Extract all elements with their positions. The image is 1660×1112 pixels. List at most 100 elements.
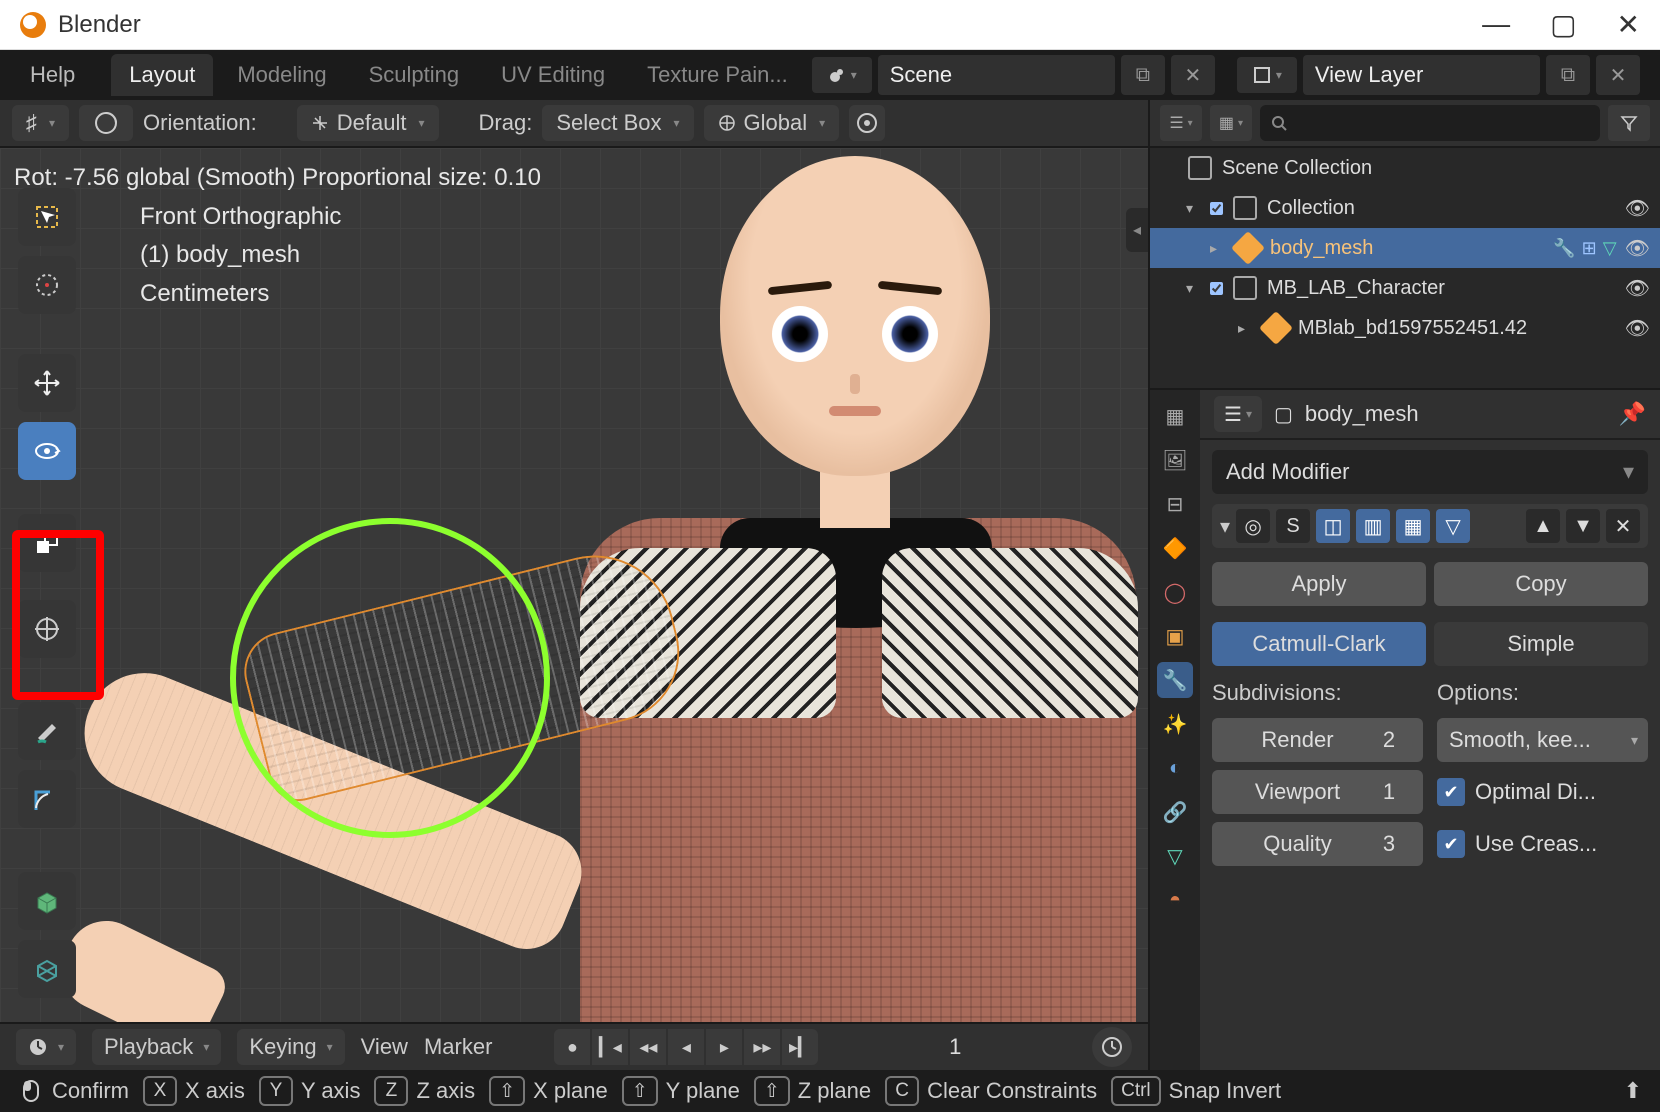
timeline-clock-icon[interactable] — [1092, 1027, 1132, 1067]
playback-menu[interactable]: Playback▾ — [92, 1029, 221, 1065]
outliner-filter-icon[interactable]: ▦▾ — [1210, 105, 1252, 141]
props-context-icon[interactable]: ☰▾ — [1214, 396, 1262, 432]
jump-end-button[interactable]: ▸▎ — [782, 1029, 818, 1065]
visibility-eye-icon[interactable]: 👁 — [1625, 276, 1650, 301]
modifier-name-field[interactable]: S — [1276, 509, 1310, 543]
collection-enable-checkbox[interactable] — [1210, 282, 1223, 295]
scene-name-field[interactable]: Scene — [878, 55, 1115, 95]
props-tab-particles[interactable]: ✨ — [1157, 706, 1193, 742]
outliner-collection[interactable]: ▾ Collection 👁 — [1150, 188, 1660, 228]
proportional-falloff-icon[interactable] — [849, 105, 885, 141]
modifier-move-down[interactable]: ▼ — [1566, 509, 1600, 543]
visibility-eye-icon[interactable]: 👁 — [1625, 196, 1650, 221]
outliner[interactable]: Scene Collection ▾ Collection 👁 ▸ body_m… — [1150, 148, 1660, 388]
tool-transform[interactable] — [18, 600, 76, 658]
vertex-groups-icon[interactable]: ⊞ — [1582, 238, 1597, 259]
modifier-copy-button[interactable]: Copy — [1434, 562, 1648, 606]
props-tab-render[interactable]: ▦ — [1157, 398, 1193, 434]
jump-next-keyframe-button[interactable]: ▸▸ — [744, 1029, 780, 1065]
timeline-marker-menu[interactable]: Marker — [424, 1034, 492, 1060]
modifier-show-render[interactable]: ▽ — [1436, 509, 1470, 543]
jump-prev-keyframe-button[interactable]: ◂◂ — [630, 1029, 666, 1065]
visibility-eye-icon[interactable]: 👁 — [1625, 236, 1650, 261]
orientation-dropdown[interactable]: Default▾ — [297, 105, 439, 141]
outliner-collection-mblab[interactable]: ▾ MB_LAB_Character 👁 — [1150, 268, 1660, 308]
props-tab-physics[interactable]: ◐ — [1157, 750, 1193, 786]
use-creases-checkbox[interactable]: ✔Use Creas... — [1437, 822, 1648, 866]
mesh-data-icon[interactable]: ▽ — [1603, 238, 1617, 259]
viewlayer-browse-icon[interactable]: ▾ — [1237, 57, 1297, 93]
help-menu[interactable]: Help — [20, 56, 85, 94]
3d-viewport[interactable]: Rot: -7.56 global (Smooth) Proportional … — [0, 148, 1148, 1022]
tool-rotate[interactable] — [18, 422, 76, 480]
add-modifier-dropdown[interactable]: Add Modifier ▾ — [1212, 450, 1648, 494]
timeline-view-menu[interactable]: View — [361, 1034, 408, 1060]
tool-scale[interactable] — [18, 514, 76, 572]
tool-add-primitive[interactable] — [18, 940, 76, 998]
scene-browse-icon[interactable]: ▾ — [812, 57, 872, 93]
tool-add-cube[interactable] — [18, 872, 76, 930]
workspace-tab-modeling[interactable]: Modeling — [219, 54, 344, 96]
outliner-scene-collection[interactable]: Scene Collection — [1150, 148, 1660, 188]
keying-menu[interactable]: Keying▾ — [237, 1029, 344, 1065]
delete-scene-button[interactable]: ✕ — [1171, 55, 1215, 95]
uv-smooth-dropdown[interactable]: Smooth, kee...▾ — [1437, 718, 1648, 762]
modifier-show-in-editmode[interactable]: ▥ — [1356, 509, 1390, 543]
props-tab-constraints[interactable]: 🔗 — [1157, 794, 1193, 830]
tool-select-box[interactable] — [18, 188, 76, 246]
autokey-toggle[interactable]: ● — [554, 1029, 590, 1065]
props-tab-object[interactable]: ▣ — [1157, 618, 1193, 654]
modifier-apply-button[interactable]: Apply — [1212, 562, 1426, 606]
workspace-tab-uvediting[interactable]: UV Editing — [483, 54, 623, 96]
sidebar-collapse-handle[interactable]: ◂ — [1126, 208, 1148, 252]
outliner-search[interactable] — [1260, 105, 1600, 141]
modifier-panel-header[interactable]: ▾ ◎ S ◫ ▥ ▦ ▽ ▲ ▼ ✕ — [1212, 504, 1648, 548]
timeline-editor-type[interactable]: ▾ — [16, 1029, 76, 1065]
drag-dropdown[interactable]: Select Box▾ — [542, 105, 693, 141]
close-button[interactable]: ✕ — [1617, 8, 1640, 41]
maximize-button[interactable]: ▢ — [1550, 8, 1576, 41]
modifier-delete[interactable]: ✕ — [1606, 509, 1640, 543]
props-tab-modifiers[interactable]: 🔧 — [1157, 662, 1193, 698]
props-tab-world[interactable]: ◯ — [1157, 574, 1193, 610]
subdiv-quality-field[interactable]: Quality3 — [1212, 822, 1423, 866]
collection-enable-checkbox[interactable] — [1210, 202, 1223, 215]
props-tab-material[interactable]: ◓ — [1157, 882, 1193, 918]
delete-viewlayer-button[interactable]: ✕ — [1596, 55, 1640, 95]
outliner-display-mode[interactable]: ☰▾ — [1160, 105, 1202, 141]
new-scene-button[interactable]: ⧉ — [1121, 55, 1165, 95]
viewlayer-name-field[interactable]: View Layer — [1303, 55, 1540, 95]
proportional-edit-toggle[interactable] — [79, 105, 133, 141]
tool-cursor[interactable] — [18, 256, 76, 314]
outliner-item-body-mesh[interactable]: ▸ body_mesh 🔧 ⊞ ▽ 👁 — [1150, 228, 1660, 268]
modifier-show-on-cage[interactable]: ◫ — [1316, 509, 1350, 543]
tool-move[interactable] — [18, 354, 76, 412]
pin-icon[interactable]: 📌 — [1619, 401, 1646, 427]
transform-orientation-dropdown[interactable]: Global▾ — [704, 105, 840, 141]
workspace-tab-layout[interactable]: Layout — [111, 54, 213, 96]
visibility-eye-icon[interactable]: 👁 — [1625, 316, 1650, 341]
modifier-show-viewport[interactable]: ▦ — [1396, 509, 1430, 543]
minimize-button[interactable]: — — [1482, 8, 1510, 41]
modifier-move-up[interactable]: ▲ — [1526, 509, 1560, 543]
subdiv-viewport-field[interactable]: Viewport1 — [1212, 770, 1423, 814]
subdiv-type-simple[interactable]: Simple — [1434, 622, 1648, 666]
props-tab-data[interactable]: ▽ — [1157, 838, 1193, 874]
current-frame-field[interactable]: 1 — [834, 1034, 1076, 1060]
new-viewlayer-button[interactable]: ⧉ — [1546, 55, 1590, 95]
jump-start-button[interactable]: ▎◂ — [592, 1029, 628, 1065]
outliner-item-mblab-bd[interactable]: ▸ MBlab_bd1597552451.42 👁 — [1150, 308, 1660, 348]
tool-measure[interactable] — [18, 770, 76, 828]
props-tab-output[interactable]: 🖼 — [1157, 442, 1193, 478]
workspace-tab-texturepaint[interactable]: Texture Pain... — [629, 54, 806, 96]
play-reverse-button[interactable]: ◂ — [668, 1029, 704, 1065]
modifier-icon[interactable]: 🔧 — [1553, 238, 1575, 259]
play-button[interactable]: ▸ — [706, 1029, 742, 1065]
tool-annotate[interactable] — [18, 702, 76, 760]
subdiv-render-field[interactable]: Render2 — [1212, 718, 1423, 762]
outliner-filter-button[interactable] — [1608, 105, 1650, 141]
workspace-tab-sculpting[interactable]: Sculpting — [351, 54, 478, 96]
props-tab-scene[interactable]: 🔶 — [1157, 530, 1193, 566]
snap-toggle[interactable]: ♯▾ — [12, 105, 69, 141]
optimal-display-checkbox[interactable]: ✔Optimal Di... — [1437, 770, 1648, 814]
